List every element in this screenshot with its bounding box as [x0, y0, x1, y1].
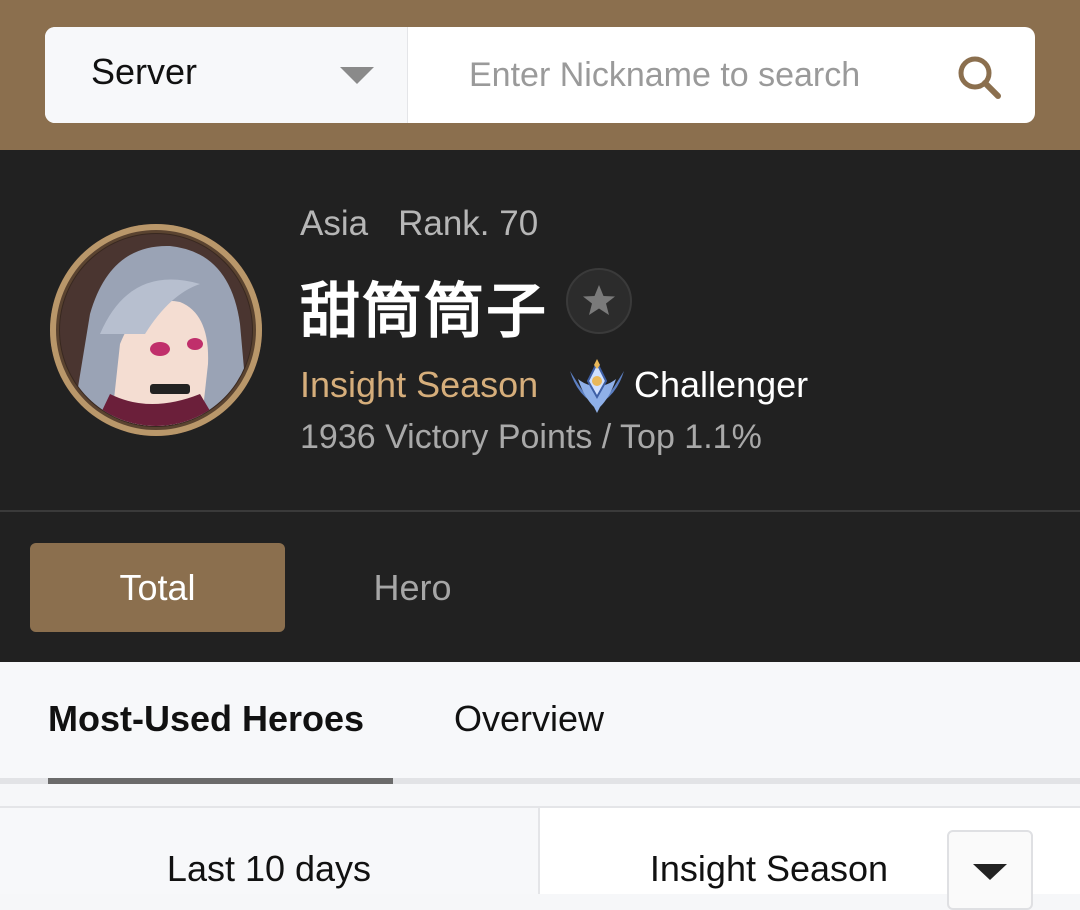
season-filter-label: Insight Season	[649, 848, 889, 889]
main-tabs: Total Hero	[0, 512, 1080, 662]
tab-hero[interactable]: Hero	[290, 543, 535, 632]
region-label: Asia	[300, 204, 369, 243]
filter-bar: Last 10 days Insight Season	[0, 806, 1080, 910]
sub-tabs: Most-Used Heroes Overview	[0, 663, 1080, 778]
avatar	[50, 224, 262, 436]
server-select-label: Server	[91, 51, 198, 92]
search-bar: Server	[0, 0, 1080, 150]
challenger-emblem-icon	[566, 357, 628, 415]
tier-name: Challenger	[634, 364, 809, 405]
period-filter-label: Last 10 days	[166, 848, 372, 889]
period-filter[interactable]: Last 10 days	[0, 808, 540, 894]
chevron-down-icon	[973, 864, 1007, 880]
victory-points: 1936 Victory Points / Top 1.1%	[300, 418, 762, 456]
star-icon	[583, 285, 615, 315]
favorite-button[interactable]	[566, 268, 632, 334]
search-box: Server	[45, 27, 1035, 123]
server-select[interactable]: Server	[45, 27, 408, 123]
profile-panel: Asia Rank. 70 甜筒筒子 Insight Season Challen…	[0, 150, 1080, 512]
active-tab-indicator	[48, 778, 393, 784]
chevron-down-icon	[340, 67, 374, 84]
nickname-search-input[interactable]	[423, 27, 943, 123]
search-icon[interactable]	[955, 53, 1003, 101]
player-nickname: 甜筒筒子	[300, 277, 548, 347]
profile-meta: Asia Rank. 70	[300, 204, 538, 244]
rank-label: Rank. 70	[398, 204, 539, 243]
season-dropdown-button[interactable]	[947, 830, 1033, 910]
season-name: Insight Season	[300, 364, 539, 405]
tab-most-used-heroes[interactable]: Most-Used Heroes	[48, 698, 364, 740]
tab-total[interactable]: Total	[30, 543, 285, 632]
tab-overview[interactable]: Overview	[454, 698, 604, 740]
